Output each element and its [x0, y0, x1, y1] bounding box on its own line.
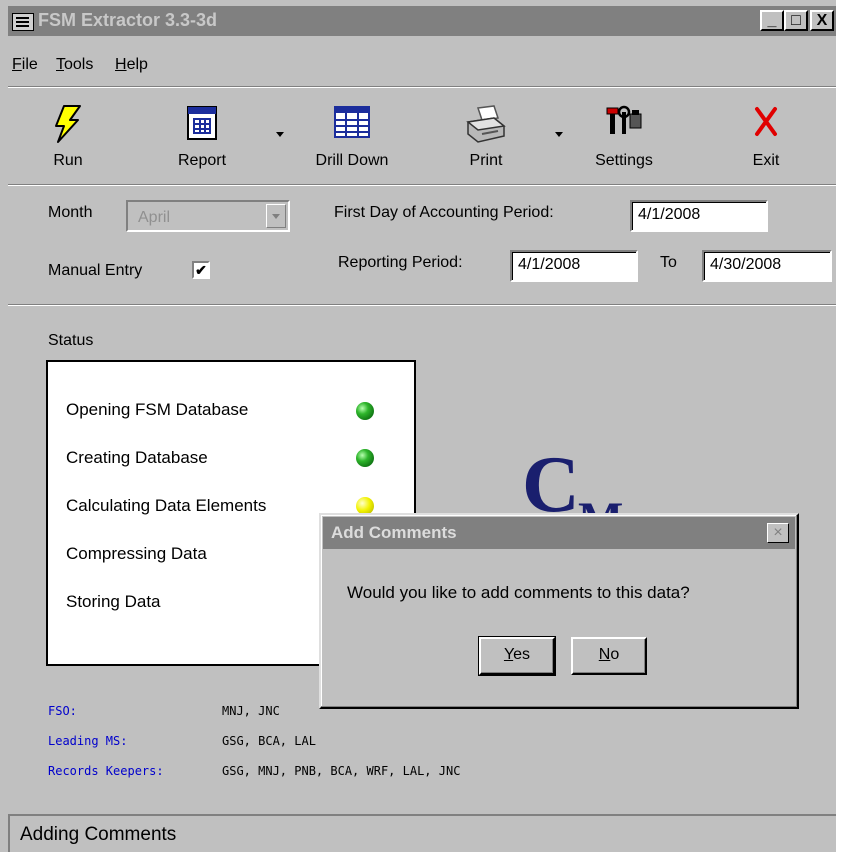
- no-button[interactable]: No: [571, 637, 647, 675]
- report-dropdown-icon[interactable]: [276, 132, 284, 137]
- settings-button[interactable]: Settings: [576, 100, 672, 180]
- manual-entry-label: Manual Entry: [48, 262, 143, 279]
- print-dropdown-icon[interactable]: [555, 132, 563, 137]
- status-bar-text: Adding Comments: [20, 824, 177, 845]
- app-window: FSM Extractor 3.3-3d _ □ X File Tools He…: [0, 0, 836, 852]
- fso-value: MNJ, JNC: [222, 704, 280, 718]
- print-label: Print: [469, 152, 503, 169]
- maximize-button[interactable]: □: [784, 10, 808, 31]
- close-x-icon: [755, 107, 777, 136]
- window-title: FSM Extractor 3.3-3d: [38, 10, 218, 30]
- status-item-calculating: Calculating Data Elements: [66, 496, 267, 515]
- exit-label: Exit: [752, 152, 780, 169]
- drill-down-label: Drill Down: [315, 152, 389, 169]
- menu-help-accel: H: [115, 56, 127, 73]
- menu-help-rest: elp: [126, 56, 148, 73]
- app-icon[interactable]: [12, 13, 34, 31]
- first-day-field[interactable]: 4/1/2008: [630, 200, 768, 232]
- tools-icon: [606, 105, 642, 134]
- leading-ms-label: Leading MS:: [48, 734, 128, 748]
- dialog-message: Would you like to add comments to this d…: [347, 583, 690, 602]
- print-button[interactable]: Print: [446, 100, 526, 180]
- menu-file[interactable]: File: [12, 56, 38, 74]
- month-label: Month: [48, 204, 93, 221]
- grid-icon: [334, 106, 370, 138]
- yes-button[interactable]: Yes: [478, 636, 556, 676]
- no-rest: o: [610, 646, 620, 663]
- month-dropdown-button[interactable]: [266, 204, 286, 228]
- menu-tools-accel: T: [56, 56, 64, 73]
- first-day-label: First Day of Accounting Period:: [334, 204, 554, 221]
- fso-label: FSO:: [48, 704, 77, 718]
- chevron-down-icon: [272, 214, 280, 219]
- status-bar: Adding Comments: [8, 814, 836, 852]
- menu-tools-rest: ools: [64, 56, 94, 73]
- toolbar-divider-bottom: [8, 184, 836, 186]
- yes-accel: Y: [503, 646, 514, 663]
- title-bar[interactable]: FSM Extractor 3.3-3d _ □ X: [8, 6, 836, 36]
- printer-icon: [466, 105, 506, 143]
- status-label: Status: [48, 332, 94, 349]
- month-value: April: [138, 209, 171, 226]
- toolbar-divider-top: [8, 86, 836, 88]
- manual-entry-checkbox[interactable]: ✔: [192, 261, 210, 279]
- menu-tools[interactable]: Tools: [56, 56, 93, 74]
- period-divider: [8, 304, 836, 306]
- lightning-icon: [55, 105, 81, 143]
- drill-down-button[interactable]: Drill Down: [302, 100, 402, 180]
- dialog-close-button[interactable]: ×: [767, 523, 789, 543]
- status-item-storing: Storing Data: [66, 592, 161, 611]
- records-keepers-value: GSG, MNJ, PNB, BCA, WRF, LAL, JNC: [222, 764, 461, 778]
- no-accel: N: [598, 646, 611, 663]
- menu-help[interactable]: Help: [115, 56, 148, 74]
- menu-file-rest: ile: [21, 56, 38, 73]
- close-button[interactable]: X: [810, 10, 834, 31]
- reporting-period-label: Reporting Period:: [338, 254, 463, 271]
- exit-button[interactable]: Exit: [738, 100, 794, 180]
- yes-rest: es: [513, 646, 531, 663]
- reporting-from-field[interactable]: 4/1/2008: [510, 250, 638, 282]
- dialog-title: Add Comments: [331, 523, 457, 542]
- run-label: Run: [53, 152, 83, 169]
- report-label: Report: [177, 152, 227, 169]
- status-item-creating: Creating Database: [66, 448, 208, 467]
- menu-file-accel: F: [12, 56, 22, 73]
- dialog-title-bar[interactable]: Add Comments ×: [323, 517, 795, 549]
- status-item-opening: Opening FSM Database: [66, 400, 249, 419]
- run-button[interactable]: Run: [36, 100, 100, 180]
- reporting-to-field[interactable]: 4/30/2008: [702, 250, 832, 282]
- status-led-green-icon: [356, 449, 374, 467]
- leading-ms-value: GSG, BCA, LAL: [222, 734, 316, 748]
- minimize-button[interactable]: _: [760, 10, 784, 31]
- report-icon: [187, 106, 217, 140]
- records-keepers-label: Records Keepers:: [48, 764, 164, 778]
- status-item-compressing: Compressing Data: [66, 544, 207, 563]
- settings-label: Settings: [595, 152, 653, 169]
- report-button[interactable]: Report: [162, 100, 242, 180]
- to-label: To: [660, 254, 677, 271]
- status-led-green-icon: [356, 402, 374, 420]
- month-select[interactable]: April: [126, 200, 290, 232]
- add-comments-dialog: Add Comments × Would you like to add com…: [319, 513, 799, 709]
